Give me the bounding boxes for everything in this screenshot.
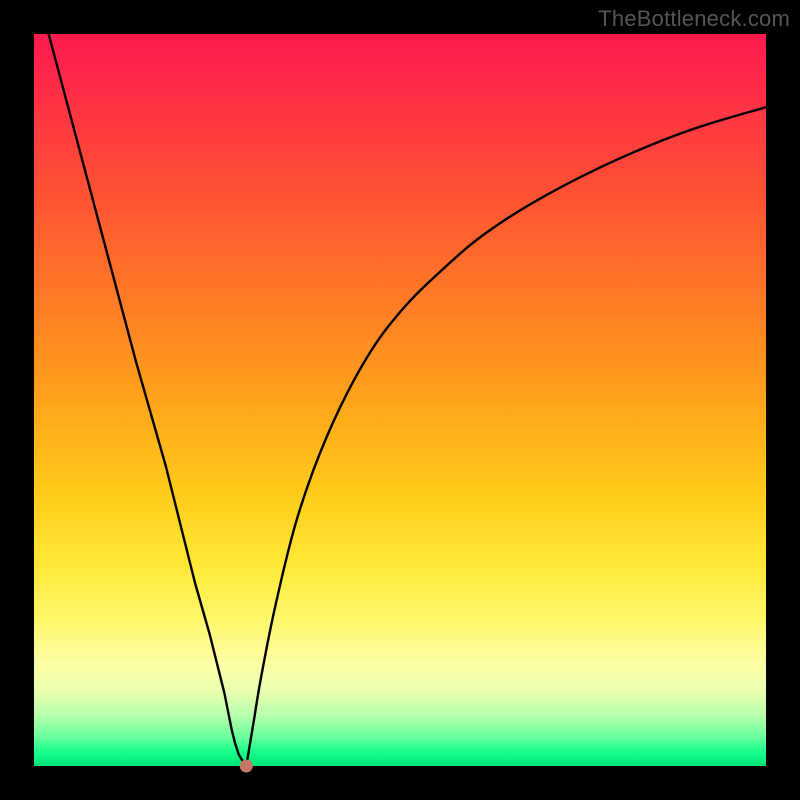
watermark-text: TheBottleneck.com: [598, 6, 790, 32]
chart-frame: TheBottleneck.com: [0, 0, 800, 800]
optimal-marker: [240, 760, 252, 772]
curve-path: [49, 34, 766, 766]
bottleneck-curve: [34, 34, 766, 766]
plot-area: [34, 34, 766, 766]
